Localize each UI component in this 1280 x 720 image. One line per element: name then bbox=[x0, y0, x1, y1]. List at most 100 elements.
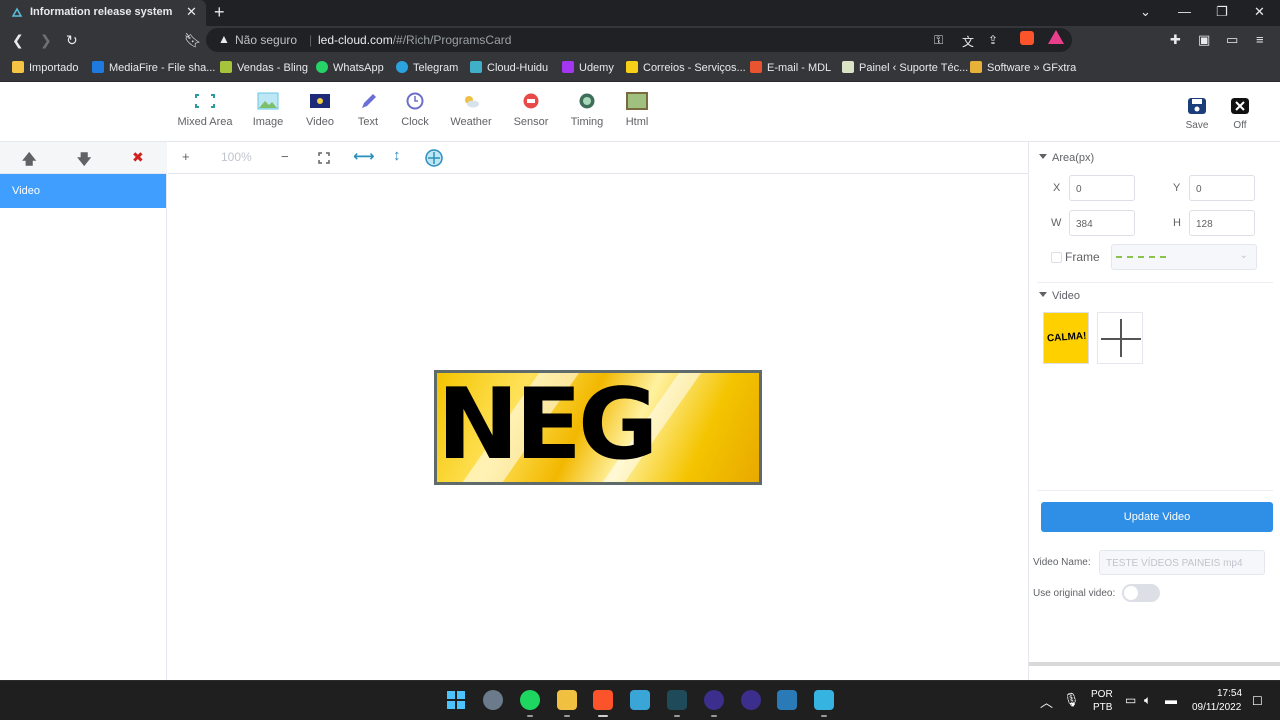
video-thumbnail[interactable]: CALMA! bbox=[1043, 312, 1089, 364]
microphone-icon[interactable]: 🎙︎ bbox=[1063, 692, 1080, 708]
clock-date[interactable]: 09/11/2022 bbox=[1192, 702, 1241, 713]
tool-weather[interactable]: Weather bbox=[441, 92, 501, 128]
canvas[interactable]: NEG bbox=[168, 174, 1028, 680]
bookmark-painel[interactable]: Painel ‹ Suporte Téc... bbox=[842, 61, 968, 74]
brave-rewards-icon[interactable] bbox=[1048, 30, 1064, 44]
gfxtra-icon bbox=[970, 61, 982, 73]
browser-tab[interactable]: Information release system ✕ bbox=[0, 0, 206, 26]
url-bar[interactable]: ▲ Não seguro | led-cloud.com/#/Rich/Prog… bbox=[206, 28, 1072, 52]
app-i-icon[interactable] bbox=[741, 690, 761, 710]
file-explorer-icon[interactable] bbox=[557, 690, 577, 710]
bookmark-correios[interactable]: Correios - Serviços... bbox=[626, 61, 746, 74]
center-icon[interactable] bbox=[424, 148, 444, 168]
add-video-button[interactable] bbox=[1097, 312, 1143, 364]
tool-html[interactable]: Html bbox=[607, 92, 667, 128]
minimize-icon[interactable]: — bbox=[1178, 4, 1191, 19]
delete-icon[interactable]: ✖ bbox=[132, 149, 144, 166]
frame-checkbox[interactable] bbox=[1051, 252, 1062, 263]
horizontal-scrollbar[interactable] bbox=[1029, 662, 1280, 666]
tool-mixed-area[interactable]: Mixed Area bbox=[175, 92, 235, 128]
move-up-icon[interactable]: 🡅 bbox=[22, 149, 36, 173]
spotify-icon[interactable] bbox=[520, 690, 540, 710]
layer-item-video[interactable]: Video bbox=[0, 174, 166, 208]
sidebar-icon[interactable]: ▣ bbox=[1198, 32, 1210, 48]
y-input[interactable]: 0 bbox=[1189, 175, 1255, 201]
clock-time[interactable]: 17:54 bbox=[1217, 688, 1242, 699]
save-button[interactable]: Save bbox=[1177, 98, 1217, 131]
close-window-icon[interactable]: ✕ bbox=[1254, 4, 1265, 20]
terminal-icon[interactable] bbox=[667, 690, 687, 710]
telegram-icon bbox=[396, 61, 408, 73]
new-tab-button[interactable]: + bbox=[214, 2, 225, 23]
close-tab-icon[interactable]: ✕ bbox=[186, 4, 197, 20]
use-original-toggle[interactable] bbox=[1122, 584, 1160, 602]
tool-sensor[interactable]: Sensor bbox=[501, 92, 561, 128]
frame-style-select[interactable]: ⌄ bbox=[1111, 244, 1257, 270]
bookmark-whatsapp[interactable]: WhatsApp bbox=[316, 61, 384, 74]
reload-icon[interactable]: ↻ bbox=[66, 32, 78, 49]
tab-search-icon[interactable]: ⌄ bbox=[1140, 4, 1151, 20]
tray-chevron-icon[interactable]: ︿ bbox=[1040, 692, 1053, 711]
wallet-icon[interactable]: ▭ bbox=[1226, 32, 1238, 48]
bookmark-importado[interactable]: Importado bbox=[12, 61, 79, 74]
warning-icon: ▲ bbox=[218, 32, 230, 46]
x-label: X bbox=[1053, 182, 1061, 194]
app-box-icon[interactable] bbox=[777, 690, 797, 710]
bookmark-mediafire[interactable]: MediaFire - File sha... bbox=[92, 61, 215, 74]
update-video-button[interactable]: Update Video bbox=[1041, 502, 1273, 532]
url-path: /#/Rich/ProgramsCard bbox=[392, 33, 512, 47]
w-input[interactable]: 384 bbox=[1069, 210, 1135, 236]
bookmark-gfxtra[interactable]: Software » GFxtra bbox=[970, 61, 1076, 74]
forward-icon[interactable]: ❯ bbox=[40, 32, 52, 49]
zoom-out-button[interactable]: − bbox=[281, 149, 289, 164]
share-icon[interactable]: ⇪ bbox=[988, 33, 998, 47]
fit-width-icon[interactable]: ⟷ bbox=[353, 147, 375, 165]
bookmark-icon[interactable]: 🔖︎ bbox=[184, 32, 202, 49]
url-text: led-cloud.com/#/Rich/ProgramsCard bbox=[318, 33, 511, 47]
display-icon[interactable]: ▭ bbox=[1125, 693, 1136, 707]
brave-browser-icon[interactable] bbox=[593, 690, 613, 710]
video-region[interactable]: NEG bbox=[434, 370, 762, 485]
fit-screen-icon[interactable] bbox=[318, 152, 330, 164]
fit-height-icon[interactable]: ↕ bbox=[393, 147, 401, 164]
move-down-icon[interactable]: 🡇 bbox=[77, 149, 91, 173]
x-input[interactable]: 0 bbox=[1069, 175, 1135, 201]
app-edit-icon[interactable] bbox=[814, 690, 834, 710]
language-top[interactable]: POR bbox=[1091, 689, 1113, 700]
zoom-in-button[interactable]: + bbox=[182, 149, 190, 164]
notification-icon[interactable]: ☐ bbox=[1252, 694, 1263, 708]
extensions-icon[interactable]: ✚ bbox=[1170, 32, 1181, 48]
tool-clock[interactable]: Clock bbox=[385, 92, 445, 128]
language-bottom[interactable]: PTB bbox=[1093, 702, 1112, 713]
use-original-label: Use original video: bbox=[1033, 588, 1116, 599]
battery-icon[interactable]: ▬ bbox=[1165, 693, 1177, 707]
video-section-header[interactable]: Video bbox=[1039, 290, 1080, 302]
bookmark-bling[interactable]: Vendas - Bling bbox=[220, 61, 308, 74]
off-button[interactable]: Off bbox=[1220, 98, 1260, 131]
frame-style-preview bbox=[1116, 256, 1166, 258]
bookmark-telegram[interactable]: Telegram bbox=[396, 61, 458, 74]
back-icon[interactable]: ❮ bbox=[12, 32, 24, 49]
translate-icon[interactable]: 文 bbox=[962, 33, 974, 50]
brave-shields-icon[interactable] bbox=[1020, 31, 1034, 45]
bookmark-udemy[interactable]: Udemy bbox=[562, 61, 614, 74]
bookmark-cloud-huidu[interactable]: Cloud-Huidu bbox=[470, 61, 548, 74]
cloud-icon bbox=[470, 61, 482, 73]
bookmark-email-mdl[interactable]: E-mail - MDL bbox=[750, 61, 831, 74]
notepad-icon[interactable] bbox=[630, 690, 650, 710]
tool-image[interactable]: Image bbox=[238, 92, 298, 128]
video-icon bbox=[310, 94, 330, 108]
volume-icon[interactable]: 🔈︎ bbox=[1144, 693, 1151, 708]
menu-icon[interactable]: ≡ bbox=[1256, 32, 1264, 47]
area-section-header[interactable]: Area(px) bbox=[1039, 152, 1094, 164]
windows-start-icon[interactable] bbox=[446, 690, 466, 710]
canvas-controls: + 100% − ⟷ ↕ bbox=[168, 142, 1028, 174]
active-indicator bbox=[598, 715, 608, 717]
app-i-icon[interactable] bbox=[704, 690, 724, 710]
settings-icon[interactable] bbox=[483, 690, 503, 710]
maximize-icon[interactable]: ❐ bbox=[1216, 4, 1228, 20]
thumbnail-text: CALMA! bbox=[1046, 330, 1087, 345]
video-name-input[interactable]: TESTE VÍDEOS PAINEIS mp4 bbox=[1099, 550, 1265, 575]
key-icon[interactable]: ⚿ bbox=[934, 33, 943, 48]
h-input[interactable]: 128 bbox=[1189, 210, 1255, 236]
